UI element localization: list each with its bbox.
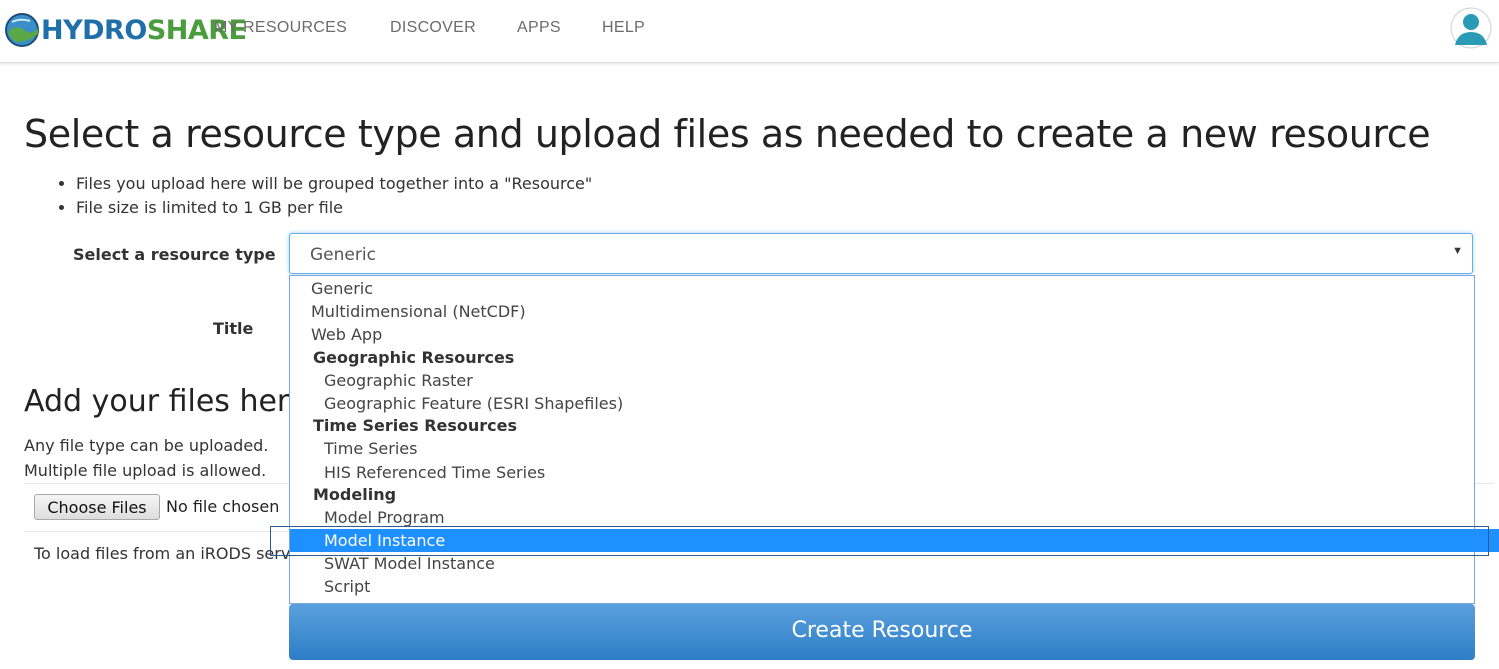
option-geographic-feature[interactable]: Geographic Feature (ESRI Shapefiles) <box>290 392 1499 415</box>
logo-text-hydro: HYDRO <box>41 14 147 46</box>
option-web-app[interactable]: Web App <box>290 323 1495 346</box>
note-size-limit: File size is limited to 1 GB per file <box>76 196 592 220</box>
hydroshare-logo[interactable]: HYDROSHARE <box>4 10 247 50</box>
nav-apps[interactable]: APPS <box>517 19 561 37</box>
note-grouping: Files you upload here will be grouped to… <box>76 172 592 196</box>
title-label: Title <box>213 319 254 338</box>
option-generic[interactable]: Generic <box>290 277 1495 300</box>
no-file-chosen-text: No file chosen <box>166 497 280 516</box>
dropdown-arrow-icon: ▼ <box>1452 245 1463 257</box>
resource-type-label: Select a resource type <box>73 245 276 264</box>
resource-type-value: Generic <box>310 245 376 265</box>
nav-my-resources[interactable]: MY RESOURCES <box>214 19 347 37</box>
choose-files-button[interactable]: Choose Files <box>34 494 160 520</box>
option-his-referenced-time-series[interactable]: HIS Referenced Time Series <box>290 461 1499 484</box>
user-avatar-icon[interactable] <box>1450 7 1492 49</box>
option-script[interactable]: Script <box>290 575 1499 598</box>
globe-icon <box>5 13 39 47</box>
nav-help[interactable]: HELP <box>602 19 645 37</box>
top-navbar: HYDROSHARE MY RESOURCES DISCOVER APPS HE… <box>0 0 1499 63</box>
page-title: Select a resource type and upload files … <box>24 112 1431 156</box>
optgroup-geographic-resources: Geographic Resources <box>313 348 515 367</box>
option-geographic-raster[interactable]: Geographic Raster <box>290 369 1499 392</box>
option-multidimensional[interactable]: Multidimensional (NetCDF) <box>290 300 1495 323</box>
multiple-upload-info: Multiple file upload is allowed. <box>24 461 267 480</box>
resource-type-select[interactable]: Generic ▼ <box>289 233 1473 274</box>
upload-notes: Files you upload here will be grouped to… <box>56 172 592 220</box>
option-model-instance[interactable]: Model Instance <box>290 529 1499 552</box>
option-time-series[interactable]: Time Series <box>290 437 1499 460</box>
file-type-info: Any file type can be uploaded. <box>24 436 269 455</box>
option-swat-model-instance[interactable]: SWAT Model Instance <box>290 552 1499 575</box>
irods-info-text: To load files from an iRODS serve <box>34 544 301 563</box>
optgroup-time-series-resources: Time Series Resources <box>313 416 518 435</box>
option-model-program[interactable]: Model Program <box>290 506 1499 529</box>
add-files-heading: Add your files here: <box>24 384 318 419</box>
nav-discover[interactable]: DISCOVER <box>390 19 476 37</box>
optgroup-modeling: Modeling <box>313 485 397 504</box>
create-resource-button[interactable]: Create Resource <box>289 604 1475 660</box>
resource-type-dropdown-list: Generic Multidimensional (NetCDF) Web Ap… <box>289 275 1499 604</box>
